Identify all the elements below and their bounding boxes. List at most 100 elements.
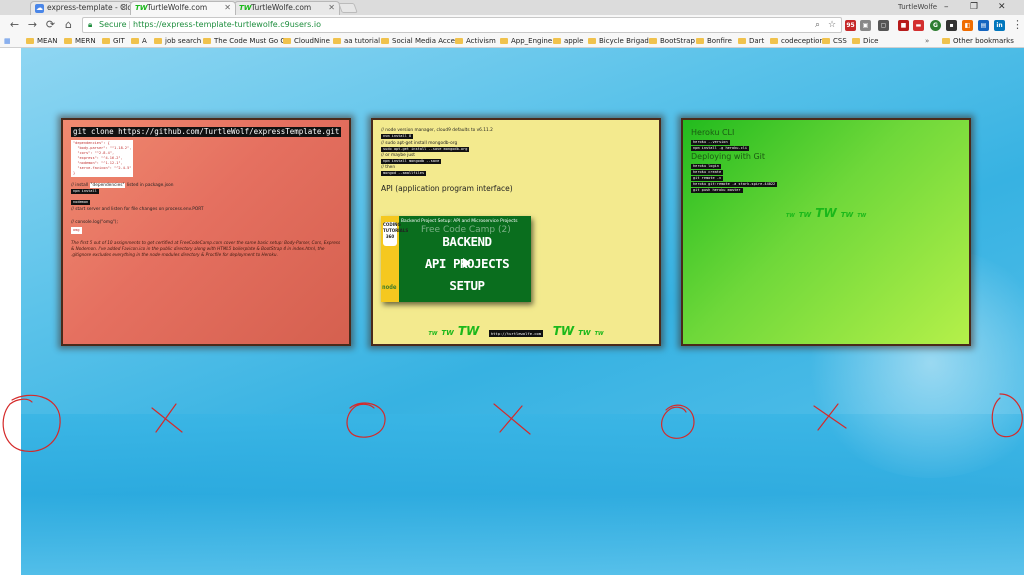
- tab-turtlewolfe-active[interactable]: TW TurtleWolfe.com ✕: [130, 1, 236, 15]
- turtlewolfe-link[interactable]: http://turtlewolfe.com: [488, 330, 544, 337]
- menu-icon[interactable]: ⋮: [1012, 18, 1023, 31]
- package-json-snippet: "dependencies": { "body-parser": "^1.18.…: [71, 140, 134, 177]
- git-push-heroku-command: git push heroku master: [691, 188, 743, 193]
- folder-icon: [26, 38, 34, 44]
- git-remote-command: git remote -v: [691, 176, 724, 181]
- ext-box-icon[interactable]: ▢: [878, 20, 889, 31]
- tw-logo: TW: [785, 213, 795, 219]
- bookmark-folder[interactable]: Bicycle Brigade: [588, 35, 653, 47]
- bookmark-folder[interactable]: GIT: [102, 35, 125, 47]
- bookmark-folder[interactable]: MEAN: [26, 35, 58, 47]
- star-icon[interactable]: ☆: [828, 18, 836, 32]
- youtube-video-embed[interactable]: CODING TUTORIALS 360 node Backend Projec…: [381, 216, 531, 302]
- forward-button[interactable]: →: [26, 18, 39, 31]
- search-icon[interactable]: ⌕: [815, 18, 820, 32]
- new-tab-button[interactable]: [338, 3, 358, 13]
- bookmark-folder[interactable]: aa tutorial: [333, 35, 380, 47]
- bookmark-folder[interactable]: CSS: [822, 35, 847, 47]
- video-spine-label: CODING TUTORIALS 360: [383, 222, 408, 246]
- tab-strip: ☁ express-template - Cloud ✕ TW TurtleWo…: [0, 0, 1024, 15]
- ext-grammarly-icon[interactable]: G: [930, 20, 941, 31]
- bookmark-folder[interactable]: CloudNine: [283, 35, 330, 47]
- nvm-comment: // node version manager, cloud9 defaults…: [381, 128, 493, 133]
- bookmark-folder[interactable]: Dice: [852, 35, 879, 47]
- tw-logo: TW: [441, 329, 454, 337]
- omg-output: omg: [71, 227, 82, 234]
- folder-icon: [102, 38, 110, 44]
- heroku-version-command: heroku --version: [691, 140, 730, 145]
- tab-title: TurtleWolfe.com: [251, 3, 312, 12]
- folder-icon: [822, 38, 830, 44]
- bookmark-folder[interactable]: Bonfire: [696, 35, 732, 47]
- bookmark-folder[interactable]: apple: [553, 35, 583, 47]
- bookmark-folder[interactable]: MERN: [64, 35, 96, 47]
- ext-linkedin-icon[interactable]: in: [994, 20, 1005, 31]
- folder-icon: [64, 38, 72, 44]
- deploying-git-heading: Deploying with Git: [691, 152, 765, 161]
- bookmark-folder[interactable]: job search: [154, 35, 201, 47]
- cloud9-favicon-icon: ☁: [35, 4, 44, 13]
- bookmark-folder[interactable]: Social Media Access: [381, 35, 462, 47]
- ext-red-icon[interactable]: ■: [898, 20, 909, 31]
- tw-logo: TW: [815, 206, 837, 220]
- bookmark-apps[interactable]: ▦: [4, 35, 11, 47]
- bookmark-folder[interactable]: codeception: [770, 35, 824, 47]
- bookmark-folder[interactable]: BootStrap: [649, 35, 695, 47]
- restore-button[interactable]: ❐: [970, 2, 978, 12]
- tw-logo: TW: [857, 213, 867, 219]
- npm-heroku-cli-command: npm install -g heroku-cli: [691, 146, 750, 151]
- close-window-button[interactable]: ✕: [998, 2, 1006, 12]
- video-cover-strip: CODING TUTORIALS 360 node: [381, 216, 408, 302]
- bookmarks-overflow-button[interactable]: »: [925, 35, 929, 47]
- bookmark-folder[interactable]: The Code Must Go O: [203, 35, 286, 47]
- ext-orange-icon[interactable]: ◧: [962, 20, 973, 31]
- profile-name[interactable]: TurtleWolfe: [898, 3, 937, 11]
- video-title[interactable]: Backend Project Setup: API and Microserv…: [401, 219, 518, 224]
- folder-icon: [154, 38, 162, 44]
- tw-link-row: TW TW TW http://turtlewolfe.com TW TW TW: [373, 320, 659, 339]
- tab-close-icon[interactable]: ✕: [224, 2, 231, 14]
- ext-puzzle-icon[interactable]: ▣: [860, 20, 871, 31]
- back-button[interactable]: ←: [8, 18, 21, 31]
- url-separator: |: [128, 20, 131, 29]
- card-backend-setup: // node version manager, cloud9 defaults…: [371, 118, 661, 346]
- tw-logo-row: TW TW TW TW TW: [683, 202, 969, 221]
- ext-blue-icon[interactable]: ▤: [978, 20, 989, 31]
- bookmark-folder[interactable]: A: [131, 35, 147, 47]
- ext-abp-icon[interactable]: ▬: [913, 20, 924, 31]
- bookmark-folder[interactable]: Activism: [455, 35, 496, 47]
- folder-icon: [942, 38, 950, 44]
- home-button[interactable]: ⌂: [62, 18, 75, 31]
- tw-logo: TW: [552, 324, 575, 338]
- ext-badge-icon[interactable]: 95: [845, 20, 856, 31]
- bookmark-folder[interactable]: App_Engine: [500, 35, 552, 47]
- maybe-comment: // or maybe just: [381, 153, 415, 158]
- tab-close-icon[interactable]: ✕: [120, 2, 127, 14]
- minimize-button[interactable]: –: [944, 2, 949, 12]
- reload-button[interactable]: ⟳: [44, 18, 57, 31]
- card-express-template: git clone https://github.com/TurtleWolf/…: [61, 118, 351, 346]
- folder-icon: [696, 38, 704, 44]
- tab-close-icon[interactable]: ✕: [328, 2, 335, 14]
- apt-comment: // sudo apt-get install mongodb-org: [381, 141, 458, 146]
- bookmark-folder[interactable]: Dart: [738, 35, 764, 47]
- card-description: The first 5 out of 10 assignments to get…: [71, 240, 341, 257]
- ext-dark-icon[interactable]: ▪: [946, 20, 957, 31]
- page-viewport: git clone https://github.com/TurtleWolf/…: [0, 48, 1024, 575]
- folder-icon: [588, 38, 596, 44]
- nvm-command: nvm install 8: [381, 134, 414, 139]
- bookmarks-bar: ▦ MEAN MERN GIT A job search The Code Mu…: [0, 35, 1024, 48]
- card-heroku-cli: Heroku CLI heroku --version npm install …: [681, 118, 971, 346]
- tw-logo: TW: [428, 331, 438, 337]
- api-heading: API (application program interface): [381, 184, 513, 193]
- tab-express-template[interactable]: ☁ express-template - Cloud ✕: [30, 1, 132, 15]
- mongod-command: mongod --smallfiles: [381, 171, 427, 176]
- video-line-3: SETUP: [449, 278, 485, 293]
- tab-turtlewolfe[interactable]: TW TurtleWolfe.com ✕: [234, 1, 340, 15]
- url-text[interactable]: https://express-template-turtlewolfe.c9u…: [133, 18, 321, 32]
- folder-icon: [738, 38, 746, 44]
- address-bar[interactable]: 🔒︎ Secure | https://express-template-tur…: [82, 17, 842, 33]
- nodejs-logo: node: [382, 284, 397, 291]
- other-bookmarks[interactable]: Other bookmarks: [942, 35, 1014, 47]
- play-icon[interactable]: [463, 258, 471, 268]
